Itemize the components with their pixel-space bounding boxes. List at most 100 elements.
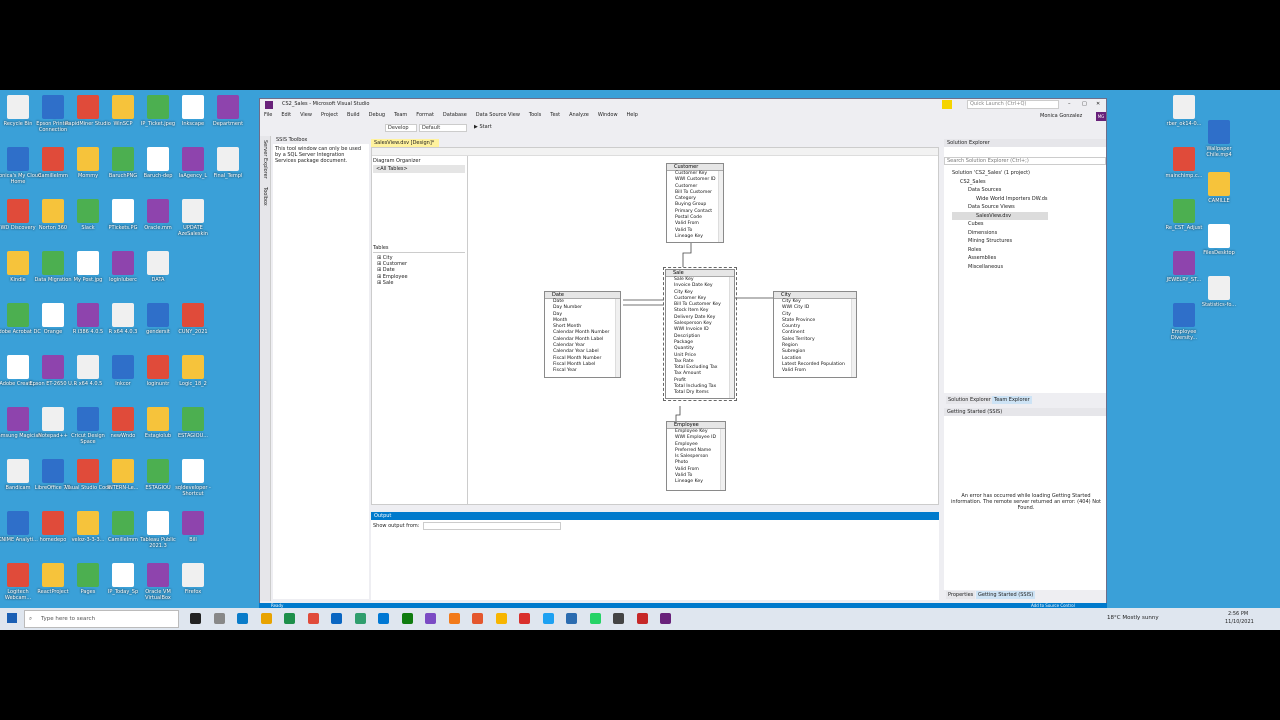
taskbar-app-icon[interactable] [495, 613, 507, 624]
menu-tools[interactable]: Tools [529, 112, 541, 118]
taskbar-app-icon[interactable] [237, 613, 248, 624]
clock-time[interactable]: 2:56 PM [1228, 611, 1248, 617]
scrollbar[interactable] [851, 299, 856, 377]
taskbar-app-icon[interactable] [331, 613, 342, 624]
scrollbar[interactable] [718, 171, 723, 242]
tab-solution-explorer[interactable]: Solution Explorer [946, 396, 993, 404]
desktop-icon[interactable]: Logic_18_2 [169, 355, 217, 387]
side-tab-toolbox[interactable]: Toolbox [262, 187, 268, 206]
taskbar-app-icon[interactable] [260, 613, 272, 624]
solution-tree-item[interactable]: Solution 'CS2_Sales' (1 project) [952, 169, 1048, 178]
desktop-icon[interactable]: UPDATE AzeSaleskin [169, 199, 217, 237]
avatar[interactable]: MG [1096, 112, 1106, 121]
menu-database[interactable]: Database [443, 112, 467, 118]
desktop-icon[interactable]: ESTAGIOU... [169, 407, 217, 439]
taskbar-app-icon[interactable] [190, 613, 201, 624]
solution-tree-item[interactable]: Wide World Importers DW.ds [952, 195, 1048, 204]
taskbar-app-icon[interactable] [660, 613, 671, 624]
output-source-dropdown[interactable] [423, 522, 561, 530]
weather[interactable]: 18°C Mostly sunny [1107, 615, 1159, 621]
menu-debug[interactable]: Debug [369, 112, 385, 118]
solution-tree-item[interactable]: Data Sources [952, 186, 1048, 195]
taskbar-app-icon[interactable] [448, 613, 460, 624]
solution-tree-item[interactable]: Miscellaneous [952, 263, 1048, 272]
taskbar-app-icon[interactable] [519, 613, 530, 624]
taskbar-app-icon[interactable] [425, 613, 436, 624]
solution-tree-item[interactable]: Roles [952, 246, 1048, 255]
start-icon[interactable] [7, 613, 17, 623]
scrollbar[interactable] [729, 277, 734, 398]
taskbar-app-icon[interactable] [542, 613, 554, 624]
solution-tree-item[interactable]: CS2_Sales [952, 178, 1048, 187]
scrollbar[interactable] [720, 429, 725, 490]
taskbar-app-icon[interactable] [566, 613, 577, 624]
solution-tree-item[interactable]: Dimensions [952, 229, 1048, 238]
menu-build[interactable]: Build [347, 112, 360, 118]
taskbar-app-icon[interactable] [401, 613, 413, 624]
minimize-icon[interactable]: – [1068, 99, 1071, 110]
menu-file[interactable]: File [264, 112, 272, 118]
taskbar-app-icon[interactable] [213, 613, 225, 624]
menu-window[interactable]: Window [598, 112, 618, 118]
taskbar-app-icon[interactable] [613, 613, 624, 624]
taskbar-search-input[interactable]: ⌕ Type here to search [24, 610, 179, 628]
entity-field[interactable]: Fiscal Year [545, 368, 620, 374]
menu-analyze[interactable]: Analyze [569, 112, 589, 118]
desktop-icon[interactable]: Employee Diversity... [1160, 303, 1208, 341]
entity-field[interactable]: WWI Customer ID [667, 177, 723, 183]
entity-customer[interactable]: Customer Customer Key WWI Customer ID Custo… [666, 163, 724, 243]
entity-sale[interactable]: Sale Sale Key Invoice Date Key City Key Cust… [663, 267, 737, 401]
taskbar-app-icon[interactable] [636, 613, 648, 624]
entity-field[interactable]: Lineage Key [667, 479, 725, 485]
menu-format[interactable]: Format [416, 112, 434, 118]
configuration-dropdown[interactable]: Develop [385, 124, 417, 132]
taskbar-app-icon[interactable] [354, 613, 366, 624]
desktop-icon[interactable]: DATA [134, 251, 182, 283]
taskbar-app-icon[interactable] [589, 613, 601, 624]
maximize-icon[interactable]: □ [1082, 99, 1087, 110]
solution-tree-item[interactable]: Assemblies [952, 254, 1048, 263]
taskbar-app-icon[interactable] [307, 613, 319, 624]
user-name[interactable]: Monica Gonzalez [1040, 113, 1082, 119]
clock-date[interactable]: 11/10/2021 [1225, 619, 1254, 625]
menu-team[interactable]: Team [394, 112, 407, 118]
side-tab-server-explorer[interactable]: Server Explorer [262, 140, 268, 179]
menu-edit[interactable]: Edit [281, 112, 291, 118]
tab-salesview-dsv[interactable]: SalesView.dsv [Design]* [371, 139, 439, 147]
entity-city[interactable]: City City Key WWI City ID City State Provinc… [773, 291, 857, 378]
menu-project[interactable]: Project [321, 112, 338, 118]
notification-flag-icon[interactable] [942, 100, 952, 109]
desktop-icon[interactable]: Department [204, 95, 252, 127]
solution-tree-item[interactable]: SalesView.dsv [952, 211, 1048, 220]
desktop-icon[interactable]: Firefox [169, 563, 217, 595]
start-button[interactable]: ▶ Start [474, 124, 492, 130]
platform-dropdown[interactable]: Default [419, 124, 467, 132]
taskbar-app-icon[interactable] [378, 613, 389, 624]
entity-field[interactable]: Lineage Key [667, 234, 723, 240]
taskbar-app-icon[interactable] [284, 613, 295, 624]
desktop-icon[interactable]: Final_Templ [204, 147, 252, 179]
entity-employee[interactable]: Employee Employee Key WWI Employee ID Emplo… [666, 421, 726, 491]
scrollbar[interactable] [615, 299, 620, 377]
entity-field[interactable]: Calendar Month Number [545, 330, 620, 336]
entity-field[interactable]: Total Dry Items [666, 390, 734, 396]
solution-tree-item[interactable]: Cubes [952, 220, 1048, 229]
menu-help[interactable]: Help [627, 112, 638, 118]
tab-team-explorer[interactable]: Team Explorer [992, 396, 1032, 404]
tab-getting-started[interactable]: Getting Started (SSIS) [976, 591, 1036, 599]
entity-field[interactable]: Valid From [774, 368, 856, 374]
diagram-organizer-item[interactable]: <All Tables> [373, 165, 465, 173]
solution-tree-item[interactable]: Data Source Views [952, 203, 1048, 212]
desktop-icon[interactable]: Bill [169, 511, 217, 543]
desktop-icon[interactable]: CUNY_2021 [169, 303, 217, 335]
solution-tree-item[interactable]: Mining Structures [952, 237, 1048, 246]
quick-launch-input[interactable]: Quick Launch (Ctrl+Q) [967, 100, 1059, 109]
menu-test[interactable]: Test [550, 112, 560, 118]
solution-search-input[interactable]: Search Solution Explorer (Ctrl+;) [944, 157, 1106, 165]
close-icon[interactable]: ✕ [1096, 99, 1100, 110]
desktop-icon[interactable]: sqldeveloper - Shortcut [169, 459, 217, 497]
menu-data-source-view[interactable]: Data Source View [476, 112, 520, 118]
menu-view[interactable]: View [300, 112, 312, 118]
taskbar-app-icon[interactable] [472, 613, 483, 624]
tab-properties[interactable]: Properties [946, 591, 976, 599]
